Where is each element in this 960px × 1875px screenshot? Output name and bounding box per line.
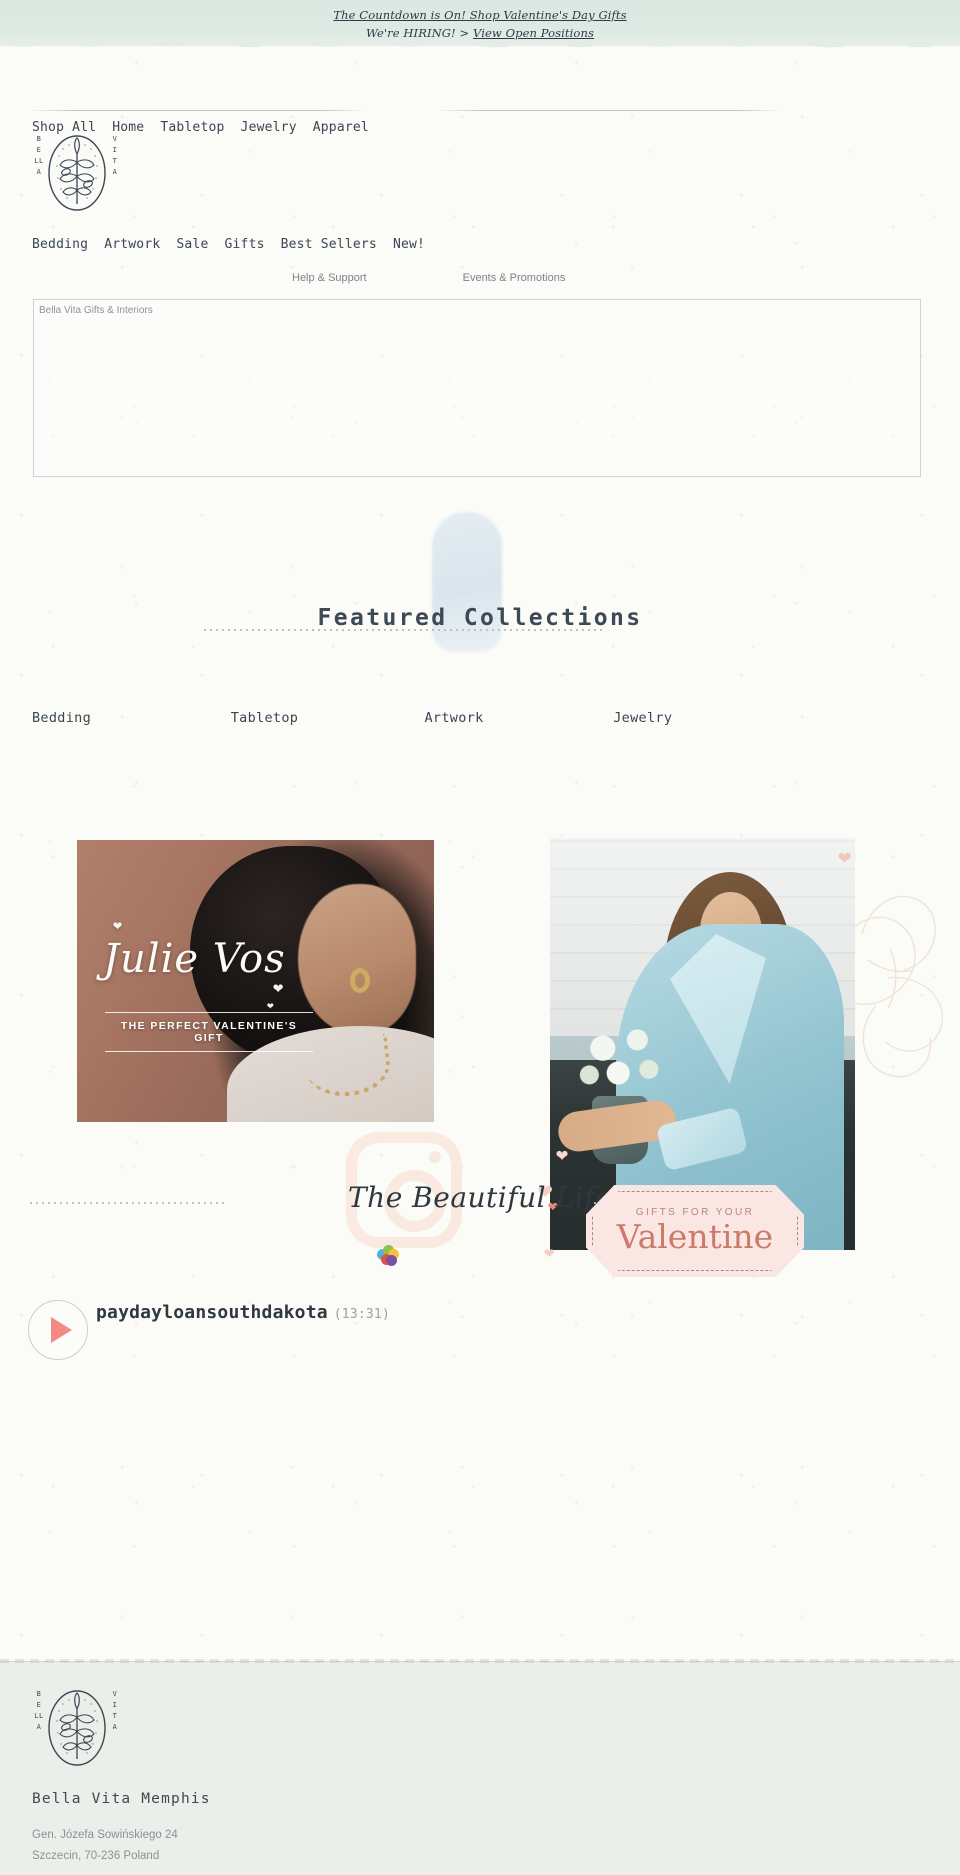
heart-icon: ❤ bbox=[556, 1142, 569, 1166]
footer-address: Gen. Józefa Sowińskiego 24 Szczecin, 70-… bbox=[32, 1825, 178, 1867]
nav-item-home[interactable]: Home bbox=[112, 120, 144, 135]
nav-item-events-and-promotions[interactable]: Events & Promotions bbox=[463, 272, 566, 284]
utility-navigation: Help & Support Events & Promotions bbox=[292, 272, 712, 284]
footer-brand-name: Bella Vita Memphis bbox=[32, 1791, 211, 1807]
nav-item-gifts[interactable]: Gifts bbox=[224, 237, 264, 252]
leaf-oval-icon bbox=[48, 1690, 106, 1766]
address-line-2: Szczecin, 70-236 Poland bbox=[32, 1850, 160, 1862]
heart-icon: ❤ bbox=[273, 978, 284, 998]
audio-player: paydayloansouthdakota (13:31) bbox=[28, 1300, 928, 1366]
announcement-bar: The Countdown is On! Shop Valentine's Da… bbox=[0, 0, 960, 55]
nav-item-help-and-support[interactable]: Help & Support bbox=[292, 272, 367, 284]
play-button[interactable] bbox=[28, 1300, 88, 1360]
nav-item-best-sellers[interactable]: Best Sellers bbox=[281, 237, 377, 252]
nav-item-jewelry[interactable]: Jewelry bbox=[241, 120, 297, 135]
collection-label[interactable]: Bedding bbox=[32, 710, 91, 726]
promo-photo-bouquet bbox=[574, 1016, 670, 1108]
collection-label[interactable]: Artwork bbox=[425, 710, 484, 726]
nav-item-bedding[interactable]: Bedding bbox=[32, 237, 88, 252]
promo-photo-face bbox=[298, 884, 416, 1034]
collection-label[interactable]: Jewelry bbox=[613, 710, 672, 726]
heart-icon: ❤ bbox=[838, 845, 852, 870]
featured-collections-list: Bedding Tabletop Artwork Jewelry bbox=[0, 707, 780, 726]
announcement-line-2: We're HIRING! > View Open Positions bbox=[0, 24, 960, 42]
track-duration: (13:31) bbox=[333, 1307, 390, 1322]
header-rule-left bbox=[32, 110, 362, 111]
heart-icon: ❤ bbox=[267, 999, 274, 1012]
hiring-text: We're HIRING! > bbox=[366, 26, 474, 40]
page-title: Featured Collections bbox=[317, 605, 643, 632]
announcement-line-1: The Countdown is On! Shop Valentine's Da… bbox=[0, 6, 960, 24]
nav-item-apparel[interactable]: Apparel bbox=[313, 120, 369, 135]
nav-item-sale[interactable]: Sale bbox=[176, 237, 208, 252]
view-open-positions-link[interactable]: View Open Positions bbox=[473, 26, 594, 40]
promo-script-title: Julie Vos bbox=[103, 936, 286, 982]
promo-banner-julie-vos[interactable]: ❤ ❤ ❤ Julie Vos THE PERFECT VALENTINE'S … bbox=[77, 840, 434, 1122]
secondary-navigation: Bedding Artwork Sale Gifts Best Sellers New! bbox=[32, 237, 441, 252]
hero-embed-frame[interactable]: Bella Vita Gifts & Interiors bbox=[33, 299, 921, 477]
nav-item-new[interactable]: New! bbox=[393, 237, 425, 252]
logo-letters-bella: B E LL A bbox=[34, 1690, 44, 1731]
header-rule-right bbox=[440, 110, 778, 111]
instagram-heading: The Beautiful Life bbox=[348, 1181, 612, 1214]
nav-item-shop-all[interactable]: Shop All bbox=[32, 120, 96, 135]
site-logo[interactable]: B E LL A V I T A bbox=[34, 134, 117, 216]
logo-letters-bella: B E LL A bbox=[34, 135, 44, 176]
collection-item-jewelry[interactable]: Jewelry bbox=[591, 707, 780, 726]
nav-item-artwork[interactable]: Artwork bbox=[104, 237, 160, 252]
track-name: paydayloansouthdakota bbox=[96, 1302, 328, 1323]
logo-mark: B E LL A V I T A bbox=[34, 134, 117, 216]
collection-item-bedding[interactable]: Bedding bbox=[0, 707, 199, 726]
valentines-gifts-link[interactable]: The Countdown is On! Shop Valentine's Da… bbox=[333, 8, 626, 22]
heart-icon: ❤ bbox=[113, 916, 123, 934]
logo-letters-vita: VITA bbox=[112, 1690, 118, 1731]
card-title: Valentine bbox=[616, 1217, 774, 1257]
nav-item-tabletop[interactable]: Tabletop bbox=[160, 120, 224, 135]
leaf-oval-icon bbox=[48, 135, 106, 211]
address-line-1: Gen. Józefa Sowińskiego 24 bbox=[32, 1829, 178, 1841]
logo-letters-vita: VITA bbox=[112, 135, 118, 176]
heart-icon: ❤ bbox=[544, 1243, 555, 1263]
footer-logo[interactable]: B E LL A V I T A bbox=[34, 1689, 117, 1771]
dotted-divider bbox=[202, 629, 606, 631]
collection-item-tabletop[interactable]: Tabletop bbox=[199, 707, 398, 726]
instagram-color-dots bbox=[377, 1245, 399, 1267]
collection-label[interactable]: Tabletop bbox=[231, 710, 298, 726]
promo-tagline: THE PERFECT VALENTINE'S GIFT bbox=[105, 1012, 313, 1052]
valentine-gift-card[interactable]: GIFTS FOR YOUR Valentine bbox=[586, 1185, 804, 1277]
primary-navigation: Shop All Home Tabletop Jewelry Apparel bbox=[32, 120, 385, 135]
audio-track-title: paydayloansouthdakota (13:31) bbox=[96, 1302, 390, 1323]
collection-item-artwork[interactable]: Artwork bbox=[398, 707, 592, 726]
play-icon bbox=[50, 1317, 72, 1343]
site-footer: B E LL A V I T A Bella Vita Memphis Gen.… bbox=[0, 1659, 960, 1875]
embed-title: Bella Vita Gifts & Interiors bbox=[39, 305, 153, 316]
promo-photo-earring bbox=[350, 968, 370, 993]
logo-mark: B E LL A V I T A bbox=[34, 1689, 117, 1771]
